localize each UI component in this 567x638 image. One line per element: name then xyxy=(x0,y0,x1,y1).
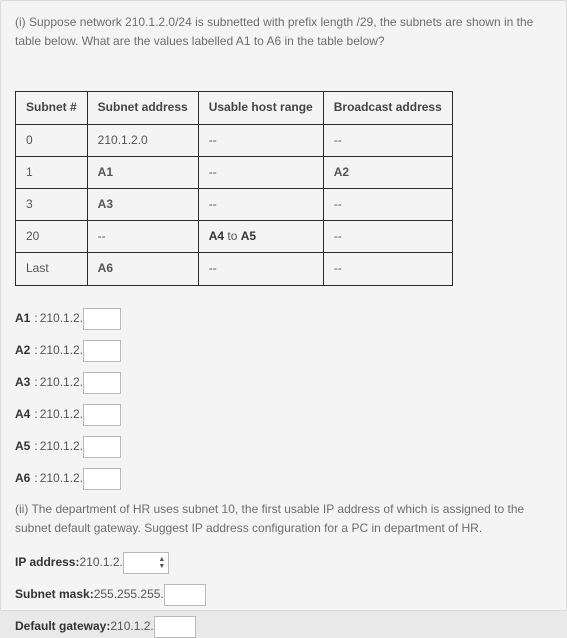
answer-prefix: 210.1.2. xyxy=(40,373,83,392)
answer-colon: : xyxy=(34,469,37,488)
gw-prefix: 210.1.2. xyxy=(110,617,153,636)
cell-range: -- xyxy=(198,253,323,285)
question-panel: (i) Suppose network 210.1.2.0/24 is subn… xyxy=(0,0,567,611)
answer-input-a1[interactable] xyxy=(83,308,121,330)
table-row: 0 210.1.2.0 -- -- xyxy=(16,124,453,156)
config-row-mask: Subnet mask: 255.255.255. xyxy=(15,584,552,606)
range-to: to xyxy=(224,229,241,243)
answer-input-a5[interactable] xyxy=(83,436,121,458)
config-row-ip: IP address: 210.1.2. ▲ ▼ xyxy=(15,552,552,574)
cell-addr: A6 xyxy=(87,253,198,285)
answer-colon: : xyxy=(34,405,37,424)
col-broadcast: Broadcast address xyxy=(323,92,452,124)
cell-addr: A3 xyxy=(87,188,198,220)
gw-label: Default gateway: xyxy=(15,617,110,636)
col-host-range: Usable host range xyxy=(198,92,323,124)
cell-bcast: -- xyxy=(323,188,452,220)
answer-colon: : xyxy=(34,309,37,328)
answer-label: A2 xyxy=(15,341,30,360)
cell-range: -- xyxy=(198,124,323,156)
answer-input-a4[interactable] xyxy=(83,404,121,426)
answer-label: A4 xyxy=(15,405,30,424)
answers-block: A1 : 210.1.2. A2 : 210.1.2. A3 : 210.1.2… xyxy=(15,308,552,490)
gw-input[interactable] xyxy=(154,616,196,638)
cell-num: 3 xyxy=(16,188,88,220)
range-a4: A4 xyxy=(209,229,224,243)
answer-row-a5: A5 : 210.1.2. xyxy=(15,436,552,458)
table-header-row: Subnet # Subnet address Usable host rang… xyxy=(16,92,453,124)
answer-input-a2[interactable] xyxy=(83,340,121,362)
answer-input-a6[interactable] xyxy=(83,468,121,490)
ip-label: IP address: xyxy=(15,553,79,572)
cell-range: -- xyxy=(198,188,323,220)
ip-spinner: ▲ ▼ xyxy=(123,552,169,574)
answer-row-a2: A2 : 210.1.2. xyxy=(15,340,552,362)
cell-range: -- xyxy=(198,156,323,188)
cell-addr: -- xyxy=(87,221,198,253)
cell-num: 1 xyxy=(16,156,88,188)
answer-label: A6 xyxy=(15,469,30,488)
answer-prefix: 210.1.2. xyxy=(40,469,83,488)
answer-row-a3: A3 : 210.1.2. xyxy=(15,372,552,394)
table-row: Last A6 -- -- xyxy=(16,253,453,285)
answer-row-a1: A1 : 210.1.2. xyxy=(15,308,552,330)
answer-input-a3[interactable] xyxy=(83,372,121,394)
cell-bcast: -- xyxy=(323,124,452,156)
table-row: 20 -- A4 to A5 -- xyxy=(16,221,453,253)
answer-label: A5 xyxy=(15,437,30,456)
answer-prefix: 210.1.2. xyxy=(40,437,83,456)
col-subnet-addr: Subnet address xyxy=(87,92,198,124)
answer-label: A3 xyxy=(15,373,30,392)
question-i-text: (i) Suppose network 210.1.2.0/24 is subn… xyxy=(15,13,552,51)
answer-prefix: 210.1.2. xyxy=(40,341,83,360)
cell-num: Last xyxy=(16,253,88,285)
question-ii-text: (ii) The department of HR uses subnet 10… xyxy=(15,500,552,538)
range-a5: A5 xyxy=(241,229,256,243)
cell-bcast: -- xyxy=(323,221,452,253)
cell-num: 0 xyxy=(16,124,88,156)
cell-bcast: A2 xyxy=(323,156,452,188)
answer-colon: : xyxy=(34,437,37,456)
table-row: 1 A1 -- A2 xyxy=(16,156,453,188)
answer-prefix: 210.1.2. xyxy=(40,405,83,424)
subnet-table: Subnet # Subnet address Usable host rang… xyxy=(15,91,453,285)
answer-prefix: 210.1.2. xyxy=(40,309,83,328)
answer-row-a6: A6 : 210.1.2. xyxy=(15,468,552,490)
answer-row-a4: A4 : 210.1.2. xyxy=(15,404,552,426)
cell-range: A4 to A5 xyxy=(198,221,323,253)
table-row: 3 A3 -- -- xyxy=(16,188,453,220)
mask-label: Subnet mask: xyxy=(15,585,94,604)
cell-addr: 210.1.2.0 xyxy=(87,124,198,156)
cell-addr: A1 xyxy=(87,156,198,188)
mask-prefix: 255.255.255. xyxy=(94,585,164,604)
cell-num: 20 xyxy=(16,221,88,253)
col-subnet-num: Subnet # xyxy=(16,92,88,124)
answer-label: A1 xyxy=(15,309,30,328)
ip-input[interactable] xyxy=(123,552,169,574)
cell-bcast: -- xyxy=(323,253,452,285)
config-row-gw: Default gateway: 210.1.2. xyxy=(15,616,552,638)
mask-input[interactable] xyxy=(164,584,206,606)
answer-colon: : xyxy=(34,341,37,360)
answer-colon: : xyxy=(34,373,37,392)
ip-prefix: 210.1.2. xyxy=(79,553,122,572)
